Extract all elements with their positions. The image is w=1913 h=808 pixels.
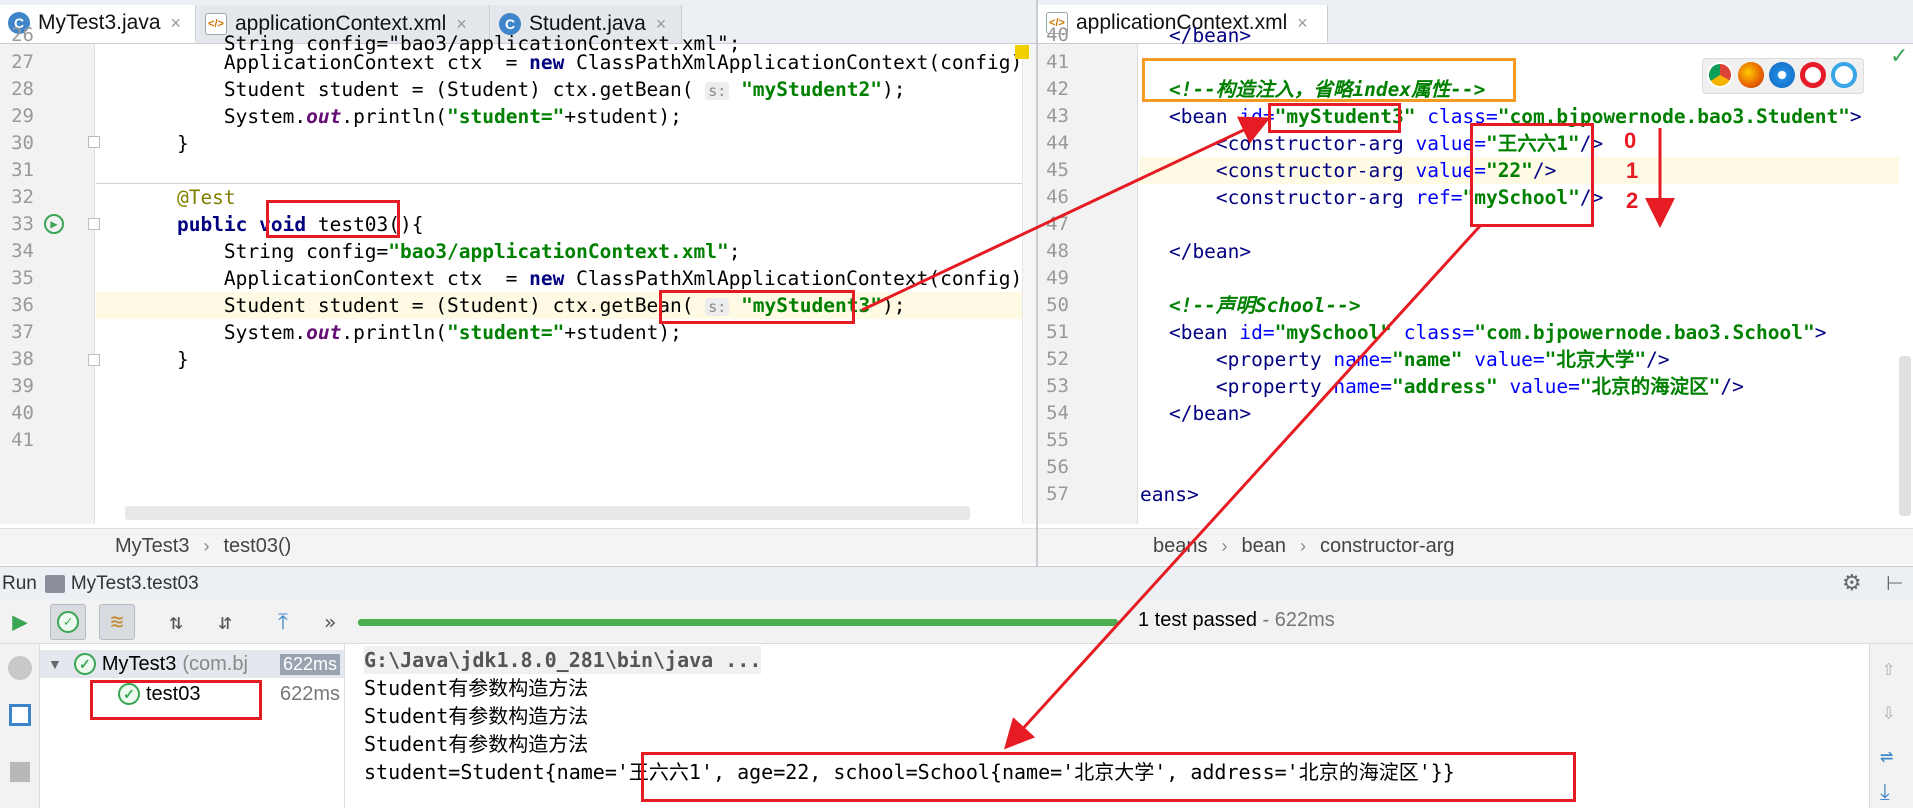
annotation-arrows: [861, 116, 1675, 750]
arrow-values-to-output: [1003, 224, 1482, 750]
arrow-getbean-to-bean: [861, 116, 1271, 312]
